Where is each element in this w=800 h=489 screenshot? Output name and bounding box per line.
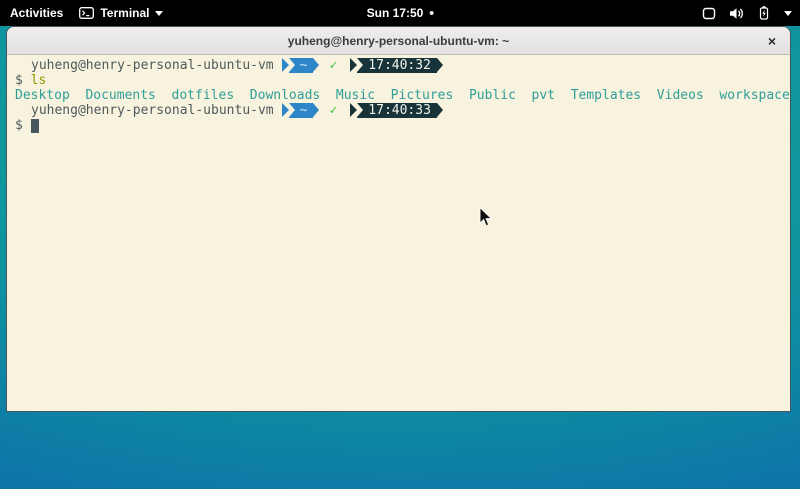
notification-dot-icon [429,11,433,15]
window-title: yuheng@henry-personal-ubuntu-vm: ~ [288,34,509,48]
prompt1-status-check-icon: ✓ [329,58,337,73]
system-status-area[interactable] [702,0,792,26]
activities-button[interactable]: Activities [10,0,63,26]
powerline-arrow-icon [282,103,289,117]
prompt2-status-check-icon: ✓ [329,103,337,118]
terminal-content[interactable]: yuheng@henry-personal-ubuntu-vm ~ ✓ 17:40:3… [7,55,790,133]
prompt-symbol: $ [15,73,23,88]
volume-icon [729,7,744,20]
prompt1-cwd-segment: ~ [289,58,314,73]
activities-label: Activities [10,6,63,20]
prompt-line-2: yuheng@henry-personal-ubuntu-vm ~ ✓ 17:40:3… [15,103,790,118]
prompt1-user-host: yuheng@henry-personal-ubuntu-vm [31,58,274,73]
app-menu-label: Terminal [100,6,149,20]
battery-charging-icon [757,6,771,20]
powerline-arrow-icon [350,103,357,117]
prompt1-time-segment: 17:40:32 [357,58,437,73]
clock-button[interactable]: Sun 17:50 [367,0,434,26]
ls-output: Desktop Documents dotfiles Downloads Mus… [15,88,790,103]
terminal-window: yuheng@henry-personal-ubuntu-vm: ~ × yuh… [6,26,791,412]
prompt2-time-segment: 17:40:33 [357,103,437,118]
screen-icon [702,7,716,20]
chevron-down-icon [155,11,163,16]
chevron-down-icon [784,11,792,16]
window-titlebar[interactable]: yuheng@henry-personal-ubuntu-vm: ~ × [7,27,790,55]
clock-label: Sun 17:50 [367,6,424,20]
app-menu[interactable]: Terminal [79,0,163,26]
top-bar-left: Activities Terminal [0,0,163,26]
prompt2-cwd-segment: ~ [289,103,314,118]
top-bar: Activities Terminal Sun 17:50 [0,0,800,26]
powerline-arrow-icon [282,58,289,72]
command-line: $ ls [15,73,790,88]
prompt-line-1: yuheng@henry-personal-ubuntu-vm ~ ✓ 17:40:3… [15,58,790,73]
current-input-line[interactable]: $ [15,118,790,133]
prompt2-user-host: yuheng@henry-personal-ubuntu-vm [31,103,274,118]
prompt-symbol: $ [15,118,23,133]
typed-command: ls [31,73,47,88]
powerline-arrow-icon [350,58,357,72]
terminal-cursor [31,119,39,133]
close-button[interactable]: × [763,32,781,50]
terminal-app-icon [79,7,94,19]
